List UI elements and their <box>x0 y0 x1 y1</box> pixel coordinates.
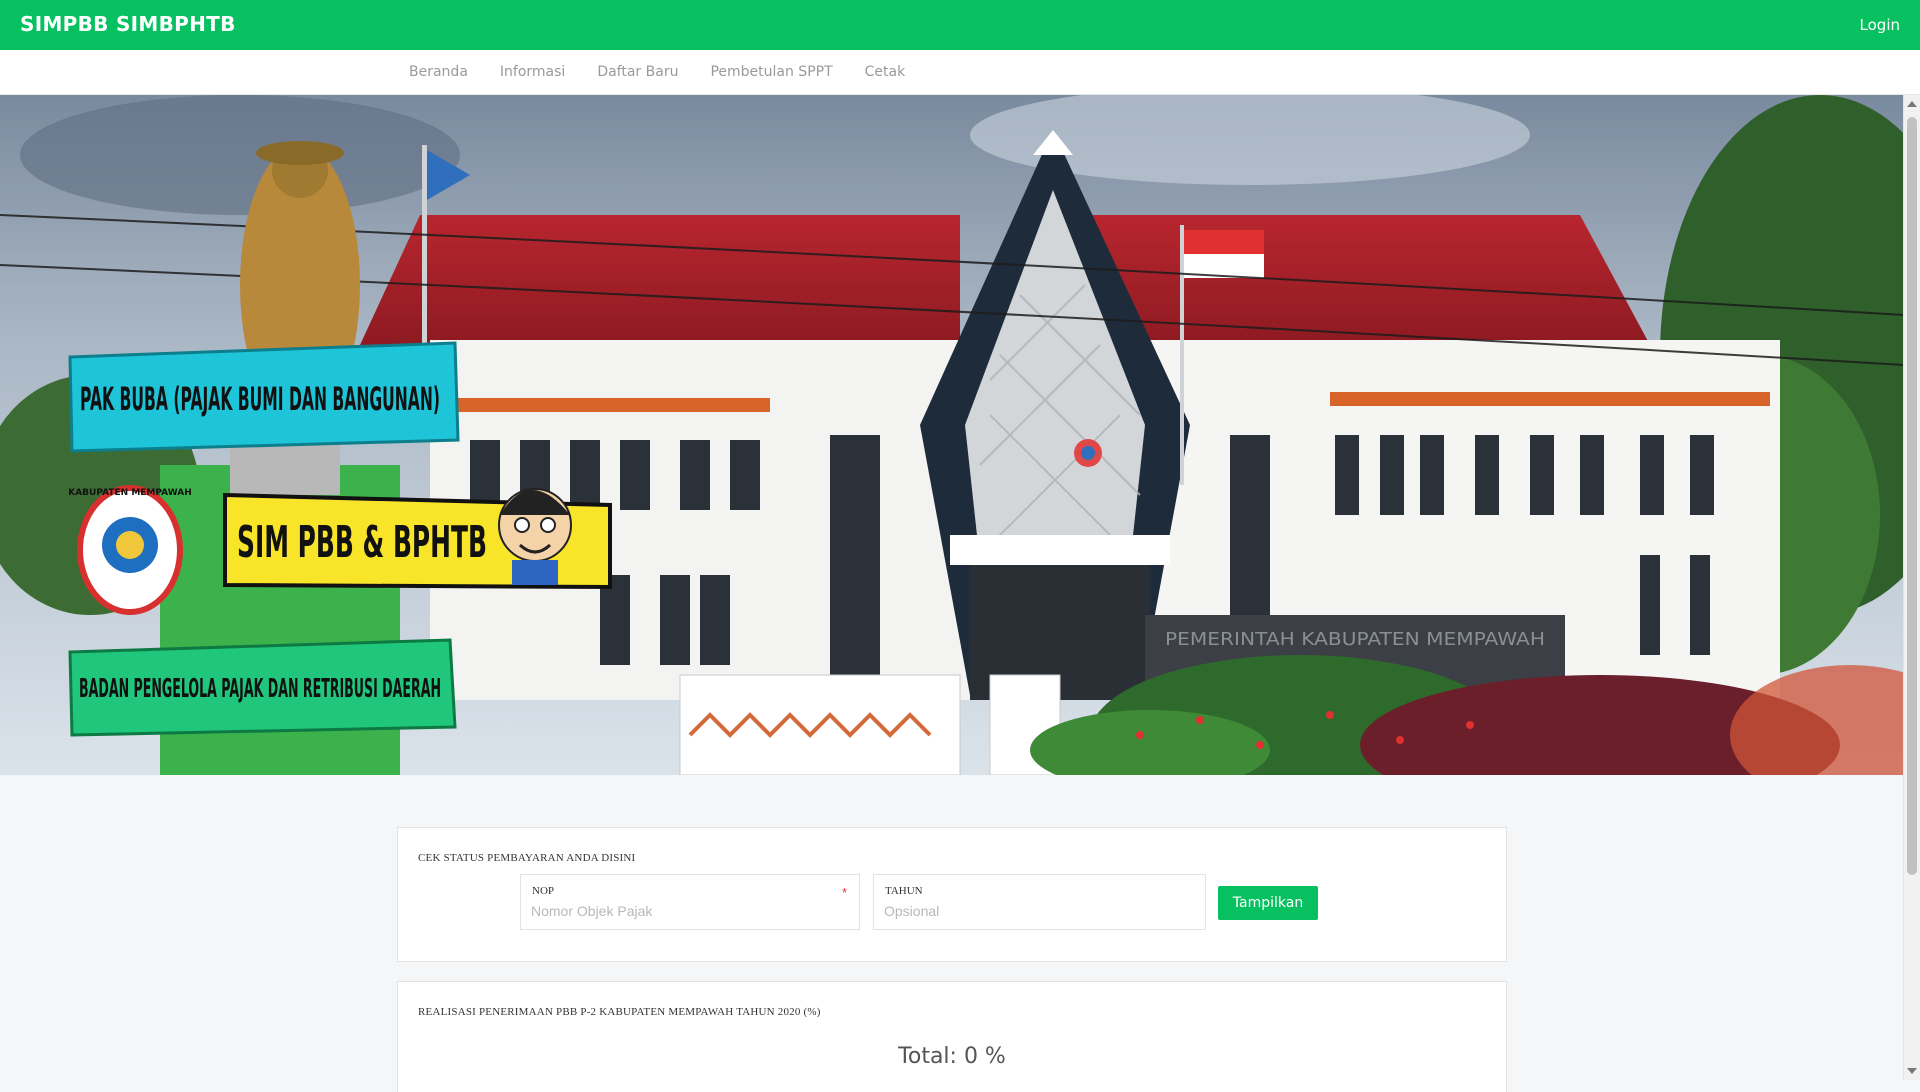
banner-sign-bottom-text: BADAN PENGELOLA PAJAK DAN RETRIBUSI DAER… <box>79 674 441 704</box>
nav-beranda[interactable]: Beranda <box>409 64 468 80</box>
tampilkan-button[interactable]: Tampilkan <box>1218 886 1318 920</box>
scrollbar-thumb[interactable] <box>1907 117 1917 875</box>
payment-status-title: CEK STATUS PEMBAYARAN ANDA DISINI <box>418 852 636 864</box>
nav-cetak[interactable]: Cetak <box>865 64 906 80</box>
scroll-up-icon[interactable] <box>1907 101 1917 107</box>
tahun-field[interactable]: TAHUN <box>873 874 1206 930</box>
nav-daftar-baru[interactable]: Daftar Baru <box>597 64 678 80</box>
nop-field[interactable]: NOP * <box>520 874 860 930</box>
nop-label: NOP <box>532 885 555 897</box>
app-brand[interactable]: SIMPBB SIMBPHTB <box>20 12 236 36</box>
banner-seal-text: KABUPATEN MEMPAWAH <box>68 488 192 498</box>
banner-sign-top-text: PAK BUBA (PAJAK BUMI DAN BANGUNAN) <box>80 380 440 418</box>
main-menu: Beranda Informasi Daftar Baru Pembetulan… <box>0 50 1920 95</box>
banner-plaque-text: PEMERINTAH KABUPATEN MEMPAWAH <box>1165 629 1545 650</box>
required-marker: * <box>841 885 847 900</box>
payment-status-card: CEK STATUS PEMBAYARAN ANDA DISINI NOP * … <box>397 827 1507 962</box>
hero-banner: PAK BUBA (PAJAK BUMI DAN BANGUNAN) SIM P… <box>0 95 1904 775</box>
nav-informasi[interactable]: Informasi <box>500 64 565 80</box>
realisasi-title: REALISASI PENERIMAAN PBB P-2 KABUPATEN M… <box>418 1006 821 1018</box>
scroll-down-icon[interactable] <box>1907 1068 1917 1074</box>
banner-sign-middle-text: SIM PBB & BPHTB <box>237 517 487 568</box>
hero-banner-illustration: PAK BUBA (PAJAK BUMI DAN BANGUNAN) SIM P… <box>0 95 1904 775</box>
realisasi-total: Total: 0 % <box>898 1044 1006 1069</box>
realisasi-card: REALISASI PENERIMAAN PBB P-2 KABUPATEN M… <box>397 981 1507 1092</box>
top-navbar: SIMPBB SIMBPHTB Login <box>0 0 1920 50</box>
tahun-input[interactable] <box>884 903 1154 919</box>
nop-input[interactable] <box>531 903 801 919</box>
page-scrollbar[interactable] <box>1903 95 1920 1080</box>
login-link[interactable]: Login <box>1860 16 1900 34</box>
tahun-label: TAHUN <box>885 885 923 897</box>
nav-pembetulan-sppt[interactable]: Pembetulan SPPT <box>710 64 832 80</box>
